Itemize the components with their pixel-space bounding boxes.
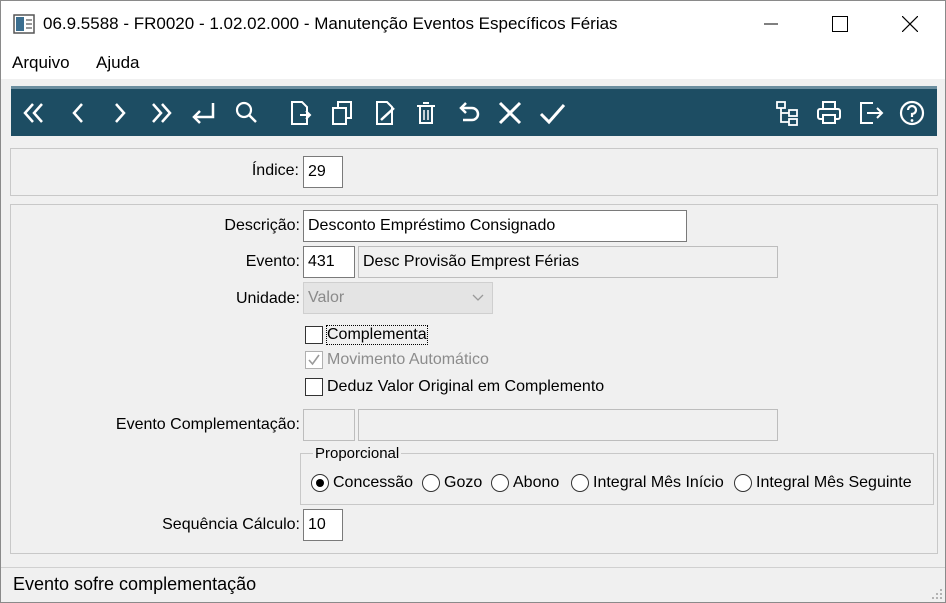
complementa-checkbox[interactable]	[305, 326, 323, 344]
delete-icon[interactable]	[409, 96, 443, 130]
menu-bar: Arquivo Ajuda	[1, 47, 945, 79]
undo-icon[interactable]	[452, 96, 486, 130]
minimize-button[interactable]	[748, 1, 794, 47]
previous-icon[interactable]	[61, 96, 95, 130]
last-icon[interactable]	[144, 96, 178, 130]
search-icon[interactable]	[229, 96, 263, 130]
unit-label: Unidade:	[235, 290, 300, 307]
unit-select: Valor	[303, 282, 493, 314]
exit-icon[interactable]	[854, 96, 888, 130]
app-icon	[13, 14, 35, 34]
movimento-label: Movimento Automático	[327, 351, 489, 368]
index-field[interactable]: 29	[303, 156, 343, 188]
menu-ajuda[interactable]: Ajuda	[96, 53, 139, 73]
maximize-icon	[832, 16, 848, 32]
event-label: Evento:	[245, 253, 300, 270]
close-icon	[902, 16, 918, 32]
movimento-checkbox	[305, 351, 323, 369]
first-icon[interactable]	[17, 96, 51, 130]
main-panel: Descrição: Desconto Empréstimo Consignad…	[10, 204, 938, 554]
event-comp-description-field	[358, 409, 778, 441]
menu-ajuda-label: Ajuda	[96, 53, 140, 72]
event-code-field[interactable]: 431	[303, 246, 355, 278]
window-title: 06.9.5588 - FR0020 - 1.02.02.000 - Manut…	[43, 14, 618, 33]
next-icon[interactable]	[103, 96, 137, 130]
sequence-label: Sequência Cálculo:	[162, 516, 300, 533]
radio-concessao[interactable]	[311, 474, 329, 492]
radio-gozo[interactable]	[422, 474, 440, 492]
cancel-icon[interactable]	[493, 96, 527, 130]
status-bar: Evento sofre complementação	[1, 567, 945, 602]
status-text: Evento sofre complementação	[13, 574, 257, 594]
event-comp-label: Evento Complementação:	[115, 416, 300, 433]
proporcional-title: Proporcional	[313, 445, 402, 462]
radio-integral-inicio-label[interactable]: Integral Mês Início	[593, 474, 724, 492]
maximize-button[interactable]	[817, 1, 863, 47]
event-comp-code-field[interactable]	[303, 409, 355, 441]
edit-icon[interactable]	[368, 96, 402, 130]
toolbar	[11, 86, 937, 136]
deduz-checkbox[interactable]	[305, 378, 323, 396]
deduz-label[interactable]: Deduz Valor Original em Complemento	[327, 378, 604, 396]
menu-arquivo-label: Arquivo	[12, 53, 70, 72]
help-icon[interactable]	[895, 96, 929, 130]
radio-integral-seguinte-label[interactable]: Integral Mês Seguinte	[756, 474, 912, 492]
app-window: 06.9.5588 - FR0020 - 1.02.02.000 - Manut…	[0, 0, 946, 603]
resize-grip-icon[interactable]	[929, 586, 943, 600]
index-label: Índice:	[251, 162, 299, 179]
radio-concessao-label[interactable]: Concessão	[333, 474, 413, 492]
checkmark-icon	[308, 354, 320, 366]
new-icon[interactable]	[283, 96, 317, 130]
goto-icon[interactable]	[186, 96, 220, 130]
confirm-icon[interactable]	[535, 96, 569, 130]
title-bar: 06.9.5588 - FR0020 - 1.02.02.000 - Manut…	[1, 1, 945, 47]
copy-icon[interactable]	[325, 96, 359, 130]
chevron-down-icon	[472, 294, 484, 301]
minimize-icon	[764, 23, 778, 25]
description-label: Descrição:	[224, 217, 300, 234]
close-button[interactable]	[887, 1, 933, 47]
proporcional-group: Proporcional Concessão Gozo Abono Integr…	[300, 445, 934, 505]
radio-abono-label[interactable]: Abono	[513, 474, 559, 492]
menu-arquivo[interactable]: Arquivo	[12, 53, 70, 73]
radio-gozo-label[interactable]: Gozo	[444, 474, 482, 492]
print-icon[interactable]	[812, 96, 846, 130]
radio-integral-seguinte[interactable]	[734, 474, 752, 492]
tree-icon[interactable]	[770, 96, 804, 130]
radio-abono[interactable]	[491, 474, 509, 492]
index-panel: Índice: 29	[10, 148, 938, 196]
unit-select-value: Valor	[308, 289, 345, 306]
sequence-field[interactable]: 10	[303, 509, 343, 541]
event-description-field: Desc Provisão Emprest Férias	[358, 246, 778, 278]
radio-integral-inicio[interactable]	[571, 474, 589, 492]
complementa-label[interactable]: Complementa	[326, 325, 428, 345]
description-field[interactable]: Desconto Empréstimo Consignado	[303, 210, 687, 242]
